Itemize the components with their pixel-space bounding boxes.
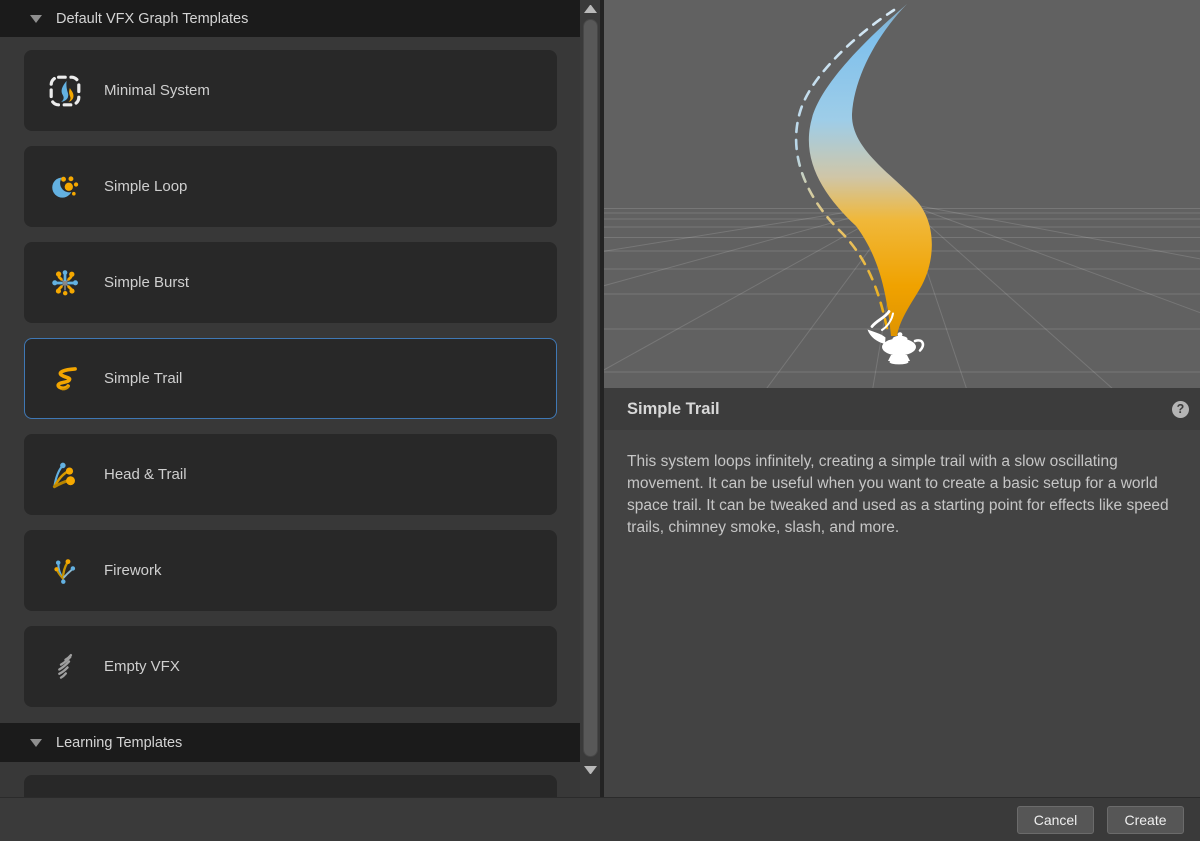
- scrollbar-thumb[interactable]: [583, 19, 598, 757]
- template-item-partially-visible[interactable]: [24, 775, 557, 797]
- empty-vfx-icon: [48, 650, 82, 684]
- detail-description: This system loops infinitely, creating a…: [627, 451, 1182, 539]
- template-item-firework[interactable]: Firework: [24, 530, 557, 611]
- template-item-label: Firework: [104, 562, 162, 579]
- template-item-label: Simple Burst: [104, 274, 189, 291]
- detail-title: Simple Trail: [627, 400, 1172, 419]
- section-header-default-templates[interactable]: Default VFX Graph Templates: [0, 0, 580, 37]
- simple-trail-icon: [48, 362, 82, 396]
- template-item-empty-vfx[interactable]: Empty VFX: [24, 626, 557, 707]
- detail-body: This system loops infinitely, creating a…: [604, 430, 1200, 797]
- head-trail-icon: [48, 458, 82, 492]
- firework-icon: [48, 554, 82, 588]
- vfx-template-dialog: Default VFX Graph Templates Minimal Syst…: [0, 0, 1200, 841]
- section-header-label: Default VFX Graph Templates: [56, 11, 248, 27]
- minimal-system-icon: [48, 74, 82, 108]
- section-header-learning-templates[interactable]: Learning Templates: [0, 723, 580, 762]
- cancel-button[interactable]: Cancel: [1017, 806, 1094, 834]
- template-item-label: Simple Loop: [104, 178, 187, 195]
- simple-loop-icon: [48, 170, 82, 204]
- footer-bar: Cancel Create: [0, 797, 1200, 841]
- template-list-panel: Default VFX Graph Templates Minimal Syst…: [0, 0, 580, 797]
- scroll-up-icon[interactable]: [584, 5, 597, 13]
- template-preview-image: [604, 0, 1200, 388]
- foldout-triangle-icon: [30, 15, 42, 23]
- template-item-label: Head & Trail: [104, 466, 187, 483]
- template-item-label: Simple Trail: [104, 370, 182, 387]
- template-item-head-trail[interactable]: Head & Trail: [24, 434, 557, 515]
- detail-titlebar: Simple Trail ?: [604, 388, 1200, 430]
- template-item-simple-trail[interactable]: Simple Trail: [24, 338, 557, 419]
- scroll-down-icon[interactable]: [584, 766, 597, 774]
- template-item-simple-loop[interactable]: Simple Loop: [24, 146, 557, 227]
- template-item-label: Empty VFX: [104, 658, 180, 675]
- section-header-label: Learning Templates: [56, 735, 182, 751]
- template-item-minimal-system[interactable]: Minimal System: [24, 50, 557, 131]
- create-button[interactable]: Create: [1107, 806, 1184, 834]
- vertical-scrollbar[interactable]: [581, 0, 600, 797]
- simple-burst-icon: [48, 266, 82, 300]
- simple-trail-preview-art: [604, 0, 1200, 388]
- trail-ribbon: [809, 4, 932, 336]
- template-item-label: Minimal System: [104, 82, 210, 99]
- template-item-simple-burst[interactable]: Simple Burst: [24, 242, 557, 323]
- foldout-triangle-icon: [30, 739, 42, 747]
- help-icon[interactable]: ?: [1172, 401, 1189, 418]
